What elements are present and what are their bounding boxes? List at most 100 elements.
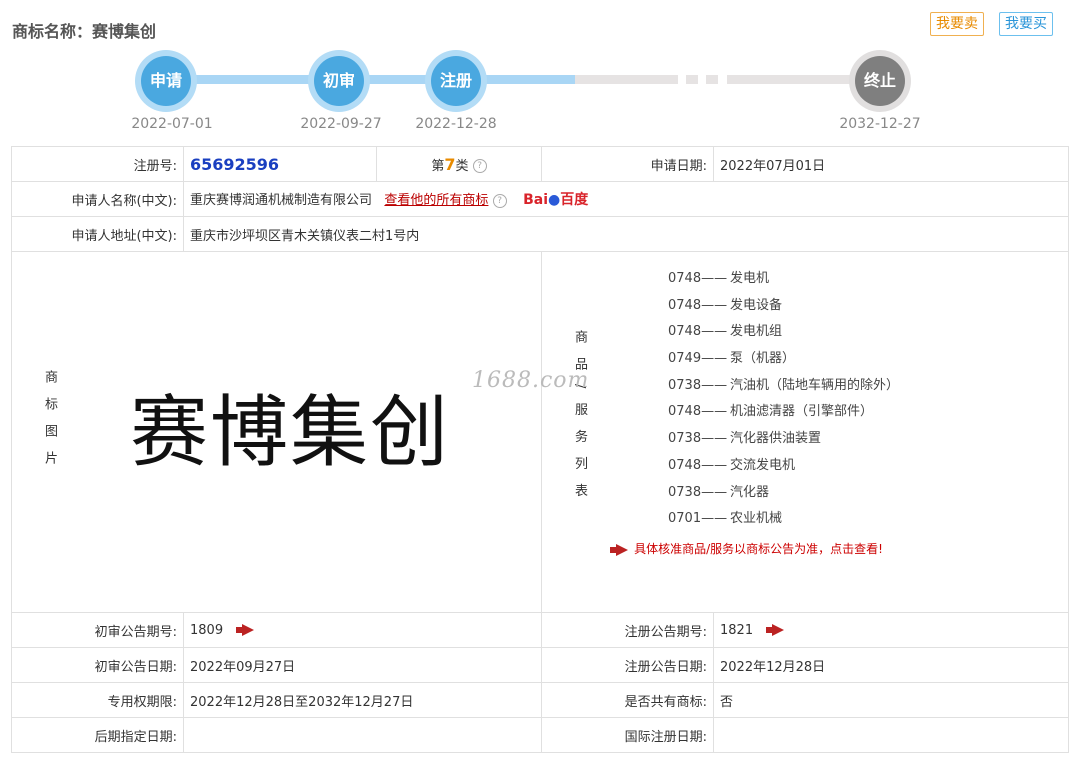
page-title: 商标名称：赛博集创 — [12, 18, 156, 42]
goods-name: 发电机 — [730, 271, 770, 286]
goods-name: 交流发电机 — [730, 457, 796, 473]
goods-code: 0748—— — [668, 297, 728, 313]
table-row: 申请人名称(中文): 重庆赛博润通机械制造有限公司 查看他的所有商标 ? Bai… — [11, 181, 1069, 217]
megaphone-icon[interactable] — [765, 624, 786, 636]
step-apply: 申请 — [135, 50, 197, 112]
list-item: 0748—— 发电设备 — [668, 293, 899, 320]
progress-bar-done — [165, 75, 575, 84]
reg-pub-date-value: 2022年12月28日 — [713, 647, 1069, 683]
applicant-value: 重庆赛博润通机械制造有限公司 — [190, 193, 373, 208]
step-label: 注册 — [431, 56, 481, 106]
shared-label: 是否共有商标: — [541, 682, 714, 718]
list-item: 0738—— 汽化器供油装置 — [668, 426, 899, 453]
table-row: 申请人地址(中文): 重庆市沙坪坝区青木关镇仪表二村1号内 — [11, 216, 1069, 252]
goods-code: 0738—— — [668, 377, 728, 393]
reg-no-cell: 65692596 — [183, 146, 377, 182]
valid-period-value: 2022年12月28日至2032年12月27日 — [183, 682, 542, 718]
apply-date-label: 申请日期: — [541, 146, 714, 182]
progress-dash — [706, 75, 718, 84]
prelim-no-label: 初审公告期号: — [11, 612, 184, 648]
buy-button[interactable]: 我要买 — [999, 12, 1053, 36]
table-row: 专用权期限: 2022年12月28日至2032年12月27日 是否共有商标: 否 — [11, 682, 1069, 718]
list-item: 0749—— 泵（机器） — [668, 346, 899, 373]
table-row: 注册号: 65692596 第7类 ? 申请日期: 2022年07月01日 — [11, 146, 1069, 182]
goods-notice-text: 具体核准商品/服务以商标公告为准，点击查看! — [634, 542, 883, 556]
megaphone-icon — [610, 543, 630, 556]
goods-notice-link[interactable]: 具体核准商品/服务以商标公告为准，点击查看! — [610, 540, 883, 557]
apply-date-value: 2022年07月01日 — [713, 146, 1069, 182]
list-item: 0748—— 发电机 — [668, 266, 899, 293]
step-prelim: 初审 — [308, 50, 370, 112]
class-suffix: 类 — [455, 158, 469, 174]
prelim-date-value: 2022年09月27日 — [183, 647, 542, 683]
address-value: 重庆市沙坪坝区青木关镇仪表二村1号内 — [183, 216, 1069, 252]
table-row: 初审公告日期: 2022年09月27日 注册公告日期: 2022年12月28日 — [11, 647, 1069, 683]
trademark-image-cell: 商标图片 赛博集创 — [11, 251, 542, 613]
reg-pub-no-cell: 1821 — [713, 612, 1069, 648]
goods-list: 0748—— 发电机 0748—— 发电设备 0748—— 发电机组 0749—— 泵（… — [668, 266, 899, 533]
class-prefix: 第 — [431, 158, 445, 174]
step-terminate: 终止 — [849, 50, 911, 112]
table-row: 初审公告期号: 1809 注册公告期号: 1821 — [11, 612, 1069, 648]
list-item: 0748—— 发电机组 — [668, 319, 899, 346]
goods-code: 0748—— — [668, 271, 728, 286]
list-item: 0748—— 交流发电机 — [668, 453, 899, 480]
applicant-cell: 重庆赛博润通机械制造有限公司 查看他的所有商标 ? Bai●百度 — [183, 181, 1069, 217]
goods-code: 0748—— — [668, 457, 728, 473]
watermark: 1688.com — [472, 368, 590, 393]
intl-date-value — [713, 717, 1069, 753]
goods-name: 汽化器供油装置 — [730, 431, 822, 447]
goods-name: 机油滤清器（引擎部件） — [730, 404, 874, 420]
step-date: 2022-07-01 — [131, 116, 213, 132]
help-icon[interactable]: ? — [492, 193, 507, 208]
goods-name: 泵（机器） — [730, 351, 796, 367]
goods-code: 0749—— — [668, 351, 728, 367]
trademark-name: 赛博集创 — [92, 22, 157, 41]
later-date-label: 后期指定日期: — [11, 717, 184, 753]
step-register: 注册 — [425, 50, 487, 112]
help-icon[interactable]: ? — [472, 159, 487, 173]
prelim-date-label: 初审公告日期: — [11, 647, 184, 683]
progress-dash — [686, 75, 698, 84]
later-date-value — [183, 717, 542, 753]
goods-code: 0738—— — [668, 431, 728, 447]
goods-code: 0701—— — [668, 511, 728, 527]
progress-bar-pending — [575, 75, 678, 84]
reg-pub-date-label: 注册公告日期: — [541, 647, 714, 683]
reg-no-value: 65692596 — [190, 154, 280, 174]
list-item: 0738—— 汽油机（陆地车辆用的除外） — [668, 373, 899, 400]
trademark-image: 赛博集创 — [130, 388, 451, 478]
goods-cell: 商品/服务列表 0748—— 发电机 0748—— 发电设备 0748—— 发电机组 … — [541, 251, 1069, 613]
goods-code: 0738—— — [668, 484, 728, 500]
step-label: 申请 — [141, 56, 191, 106]
goods-name: 发电机组 — [730, 324, 783, 340]
intl-date-label: 国际注册日期: — [541, 717, 714, 753]
goods-code: 0748—— — [668, 324, 728, 340]
list-item: 0738—— 汽化器 — [668, 480, 899, 507]
goods-name: 汽化器 — [730, 484, 770, 500]
step-date: 2032-12-27 — [839, 116, 921, 132]
trademark-info-table: 注册号: 65692596 第7类 ? 申请日期: 2022年07月01日 申请… — [11, 146, 1069, 753]
goods-name: 农业机械 — [730, 511, 783, 527]
list-item: 0701—— 农业机械 — [668, 506, 899, 533]
goods-label: 商品/服务列表 — [572, 330, 587, 511]
table-row: 后期指定日期: 国际注册日期: — [11, 717, 1069, 753]
class-number: 7 — [444, 154, 456, 174]
sell-button[interactable]: 我要卖 — [930, 12, 984, 36]
reg-no-label: 注册号: — [11, 146, 184, 182]
valid-period-label: 专用权期限: — [11, 682, 184, 718]
reg-pub-no-value: 1821 — [720, 622, 754, 638]
step-label: 终止 — [855, 56, 905, 106]
baidu-logo[interactable]: Bai●百度 — [523, 192, 588, 208]
address-label: 申请人地址(中文): — [11, 216, 184, 252]
all-marks-link[interactable]: 查看他的所有商标 — [384, 193, 488, 208]
table-row: 商标图片 赛博集创 商品/服务列表 0748—— 发电机 0748—— 发电设备 0… — [11, 251, 1069, 613]
shared-value: 否 — [713, 682, 1069, 718]
megaphone-icon[interactable] — [235, 624, 256, 636]
image-label: 商标图片 — [42, 370, 57, 478]
list-item: 0748—— 机油滤清器（引擎部件） — [668, 399, 899, 426]
class-cell: 第7类 ? — [376, 146, 542, 182]
prelim-no-value: 1809 — [190, 622, 224, 638]
goods-code: 0748—— — [668, 404, 728, 420]
goods-name: 汽油机（陆地车辆用的除外） — [730, 377, 900, 393]
